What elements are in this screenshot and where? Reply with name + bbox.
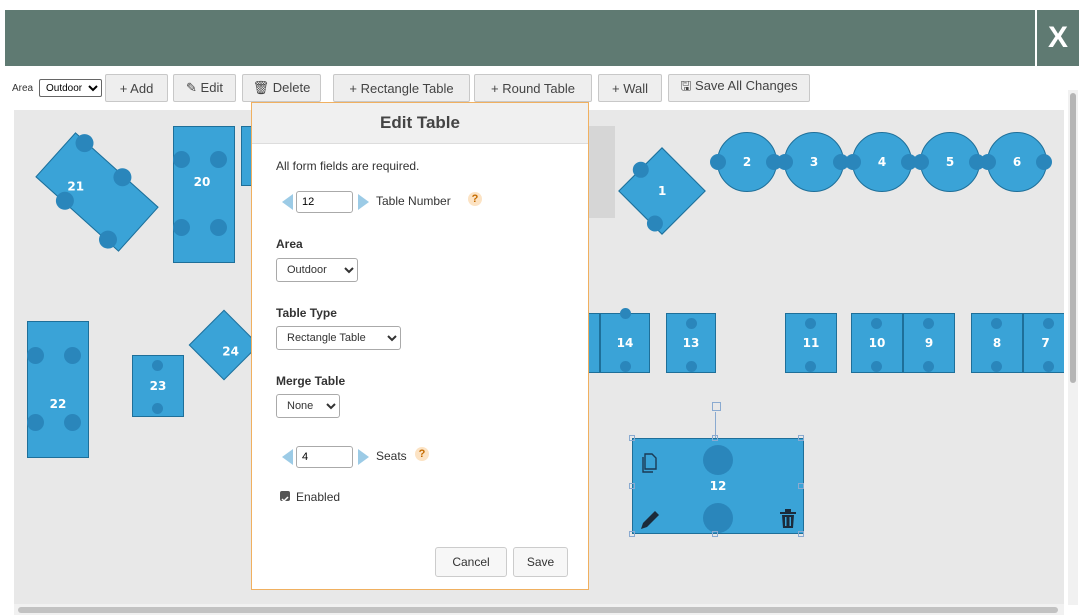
table-4[interactable]: 4 (845, 132, 917, 192)
edit-button[interactable]: ✎ Edit (173, 74, 236, 102)
vertical-scrollbar[interactable] (1068, 90, 1078, 605)
table-number: 7 (1041, 336, 1050, 350)
table-number: 5 (945, 155, 955, 169)
horizontal-scrollbar[interactable] (14, 604, 1064, 615)
table-number: 12 (709, 479, 727, 493)
table-7[interactable]: 7 (1023, 313, 1064, 373)
table-6[interactable]: 6 (980, 132, 1052, 192)
table-9[interactable]: 9 (903, 313, 955, 373)
enabled-label: Enabled (296, 490, 341, 504)
seats-decrement[interactable] (282, 449, 293, 465)
merge-table-select[interactable]: None (276, 394, 340, 418)
resize-handle[interactable] (629, 531, 635, 537)
table-number: 13 (682, 336, 700, 350)
table-number: 11 (802, 336, 820, 350)
enabled-checkbox[interactable] (280, 491, 290, 503)
area-label: Area (12, 83, 34, 94)
close-button[interactable]: X (1037, 10, 1079, 66)
resize-handle[interactable] (629, 483, 635, 489)
edit-table-dialog: Edit Table All form fields are required.… (251, 102, 589, 590)
table-3[interactable]: 3 (777, 132, 849, 192)
table-number: 21 (67, 179, 84, 194)
resize-handle[interactable] (798, 531, 804, 537)
table-number: 20 (193, 174, 211, 189)
table-number: 23 (149, 379, 167, 393)
table-11[interactable]: 11 (785, 313, 837, 373)
table-number: 2 (742, 155, 752, 169)
seats-input[interactable] (296, 446, 353, 468)
resize-handle[interactable] (712, 531, 718, 537)
table-20[interactable]: 20 (173, 126, 235, 263)
delete-button[interactable]: 🗑 Delete (242, 74, 321, 102)
area-select[interactable]: Outdoor (39, 79, 102, 97)
resize-handle[interactable] (712, 435, 718, 441)
toolbar: Area Outdoor + Add ✎ Edit 🗑 Delete + Rec… (5, 73, 1070, 103)
copy-icon[interactable] (642, 453, 658, 476)
area-label: Area (276, 237, 303, 251)
table-number-decrement[interactable] (282, 194, 293, 210)
table-number: 3 (809, 155, 819, 169)
table-type-label: Table Type (276, 306, 337, 320)
table-number: 14 (616, 336, 634, 350)
pencil-icon[interactable] (639, 509, 661, 534)
table-22[interactable]: 22 (27, 321, 89, 458)
add-button[interactable]: + Add (105, 74, 168, 102)
table-type-select[interactable]: Rectangle Table (276, 326, 401, 350)
table-14[interactable]: 14 (600, 308, 650, 373)
table-8[interactable]: 8 (971, 313, 1023, 373)
table-12-selected[interactable]: 12 (632, 438, 804, 534)
cancel-button[interactable]: Cancel (435, 547, 507, 577)
table-number: 22 (49, 396, 67, 411)
seats-help-icon[interactable]: ? (415, 447, 429, 461)
table-10[interactable]: 10 (851, 313, 903, 373)
table-number: 24 (222, 344, 239, 359)
add-rectangle-table-button[interactable]: + Rectangle Table (333, 74, 470, 102)
dialog-title: Edit Table (252, 103, 588, 144)
trash-icon[interactable] (779, 509, 797, 532)
resize-handle[interactable] (798, 483, 804, 489)
save-button[interactable]: Save (513, 547, 568, 577)
add-wall-button[interactable]: + Wall (598, 74, 662, 102)
add-round-table-button[interactable]: + Round Table (474, 74, 592, 102)
seats-increment[interactable] (358, 449, 369, 465)
table-23[interactable]: 23 (132, 355, 184, 417)
resize-handle[interactable] (798, 435, 804, 441)
title-bar (5, 10, 1035, 66)
table-number-help-icon[interactable]: ? (468, 192, 482, 206)
required-note: All form fields are required. (276, 159, 420, 173)
table-number-increment[interactable] (358, 194, 369, 210)
table-24[interactable]: 24 (188, 309, 260, 381)
resize-handle[interactable] (629, 435, 635, 441)
table-21[interactable]: 21 (35, 130, 159, 253)
seats-label: Seats (376, 449, 407, 463)
table-2[interactable]: 2 (710, 132, 782, 192)
area-select[interactable]: Outdoor (276, 258, 358, 282)
table-1[interactable]: 1 (618, 147, 706, 235)
table-5[interactable]: 5 (913, 132, 985, 192)
table-partial-left[interactable] (588, 313, 600, 373)
merge-table-label: Merge Table (276, 374, 346, 388)
table-number: 9 (924, 336, 934, 350)
table-number: 4 (877, 155, 887, 169)
table-number-label: Table Number (376, 194, 451, 208)
table-number: 6 (1012, 155, 1022, 169)
table-number: 8 (992, 336, 1002, 350)
save-all-changes-button[interactable]: 🖫 Save All Changes (668, 74, 810, 102)
table-number-input[interactable] (296, 191, 353, 213)
table-number: 10 (868, 336, 886, 350)
rotate-handle[interactable] (712, 402, 721, 411)
table-13[interactable]: 13 (666, 313, 716, 373)
table-number: 1 (657, 183, 667, 198)
